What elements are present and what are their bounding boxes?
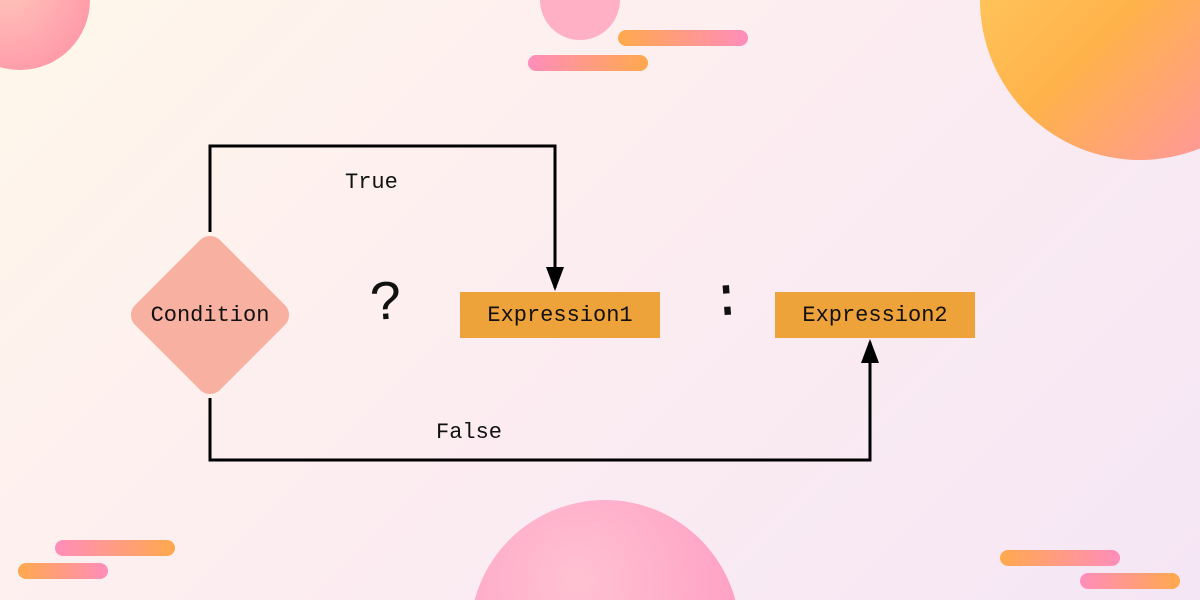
condition-node: Condition — [125, 230, 295, 400]
decor-circle — [0, 0, 90, 70]
decor-circle — [470, 500, 740, 600]
expression1-node: Expression1 — [460, 292, 660, 338]
question-mark-symbol: ? — [368, 271, 406, 337]
decor-pill — [1000, 550, 1120, 566]
condition-label: Condition — [125, 230, 295, 400]
decor-circle — [540, 0, 620, 40]
decor-pill — [1080, 573, 1180, 589]
expression2-label: Expression2 — [802, 303, 947, 328]
false-edge-label: False — [436, 420, 502, 445]
decor-pill — [18, 563, 108, 579]
decor-pill — [528, 55, 648, 71]
false-path — [210, 342, 870, 460]
decor-circle — [980, 0, 1200, 160]
decor-pill — [55, 540, 175, 556]
expression1-label: Expression1 — [487, 303, 632, 328]
diagram-canvas: Condition ? Expression1 : Expression2 Tr… — [0, 0, 1200, 600]
expression2-node: Expression2 — [775, 292, 975, 338]
decor-pill — [618, 30, 748, 46]
colon-symbol: : — [708, 267, 741, 333]
true-edge-label: True — [345, 170, 398, 195]
